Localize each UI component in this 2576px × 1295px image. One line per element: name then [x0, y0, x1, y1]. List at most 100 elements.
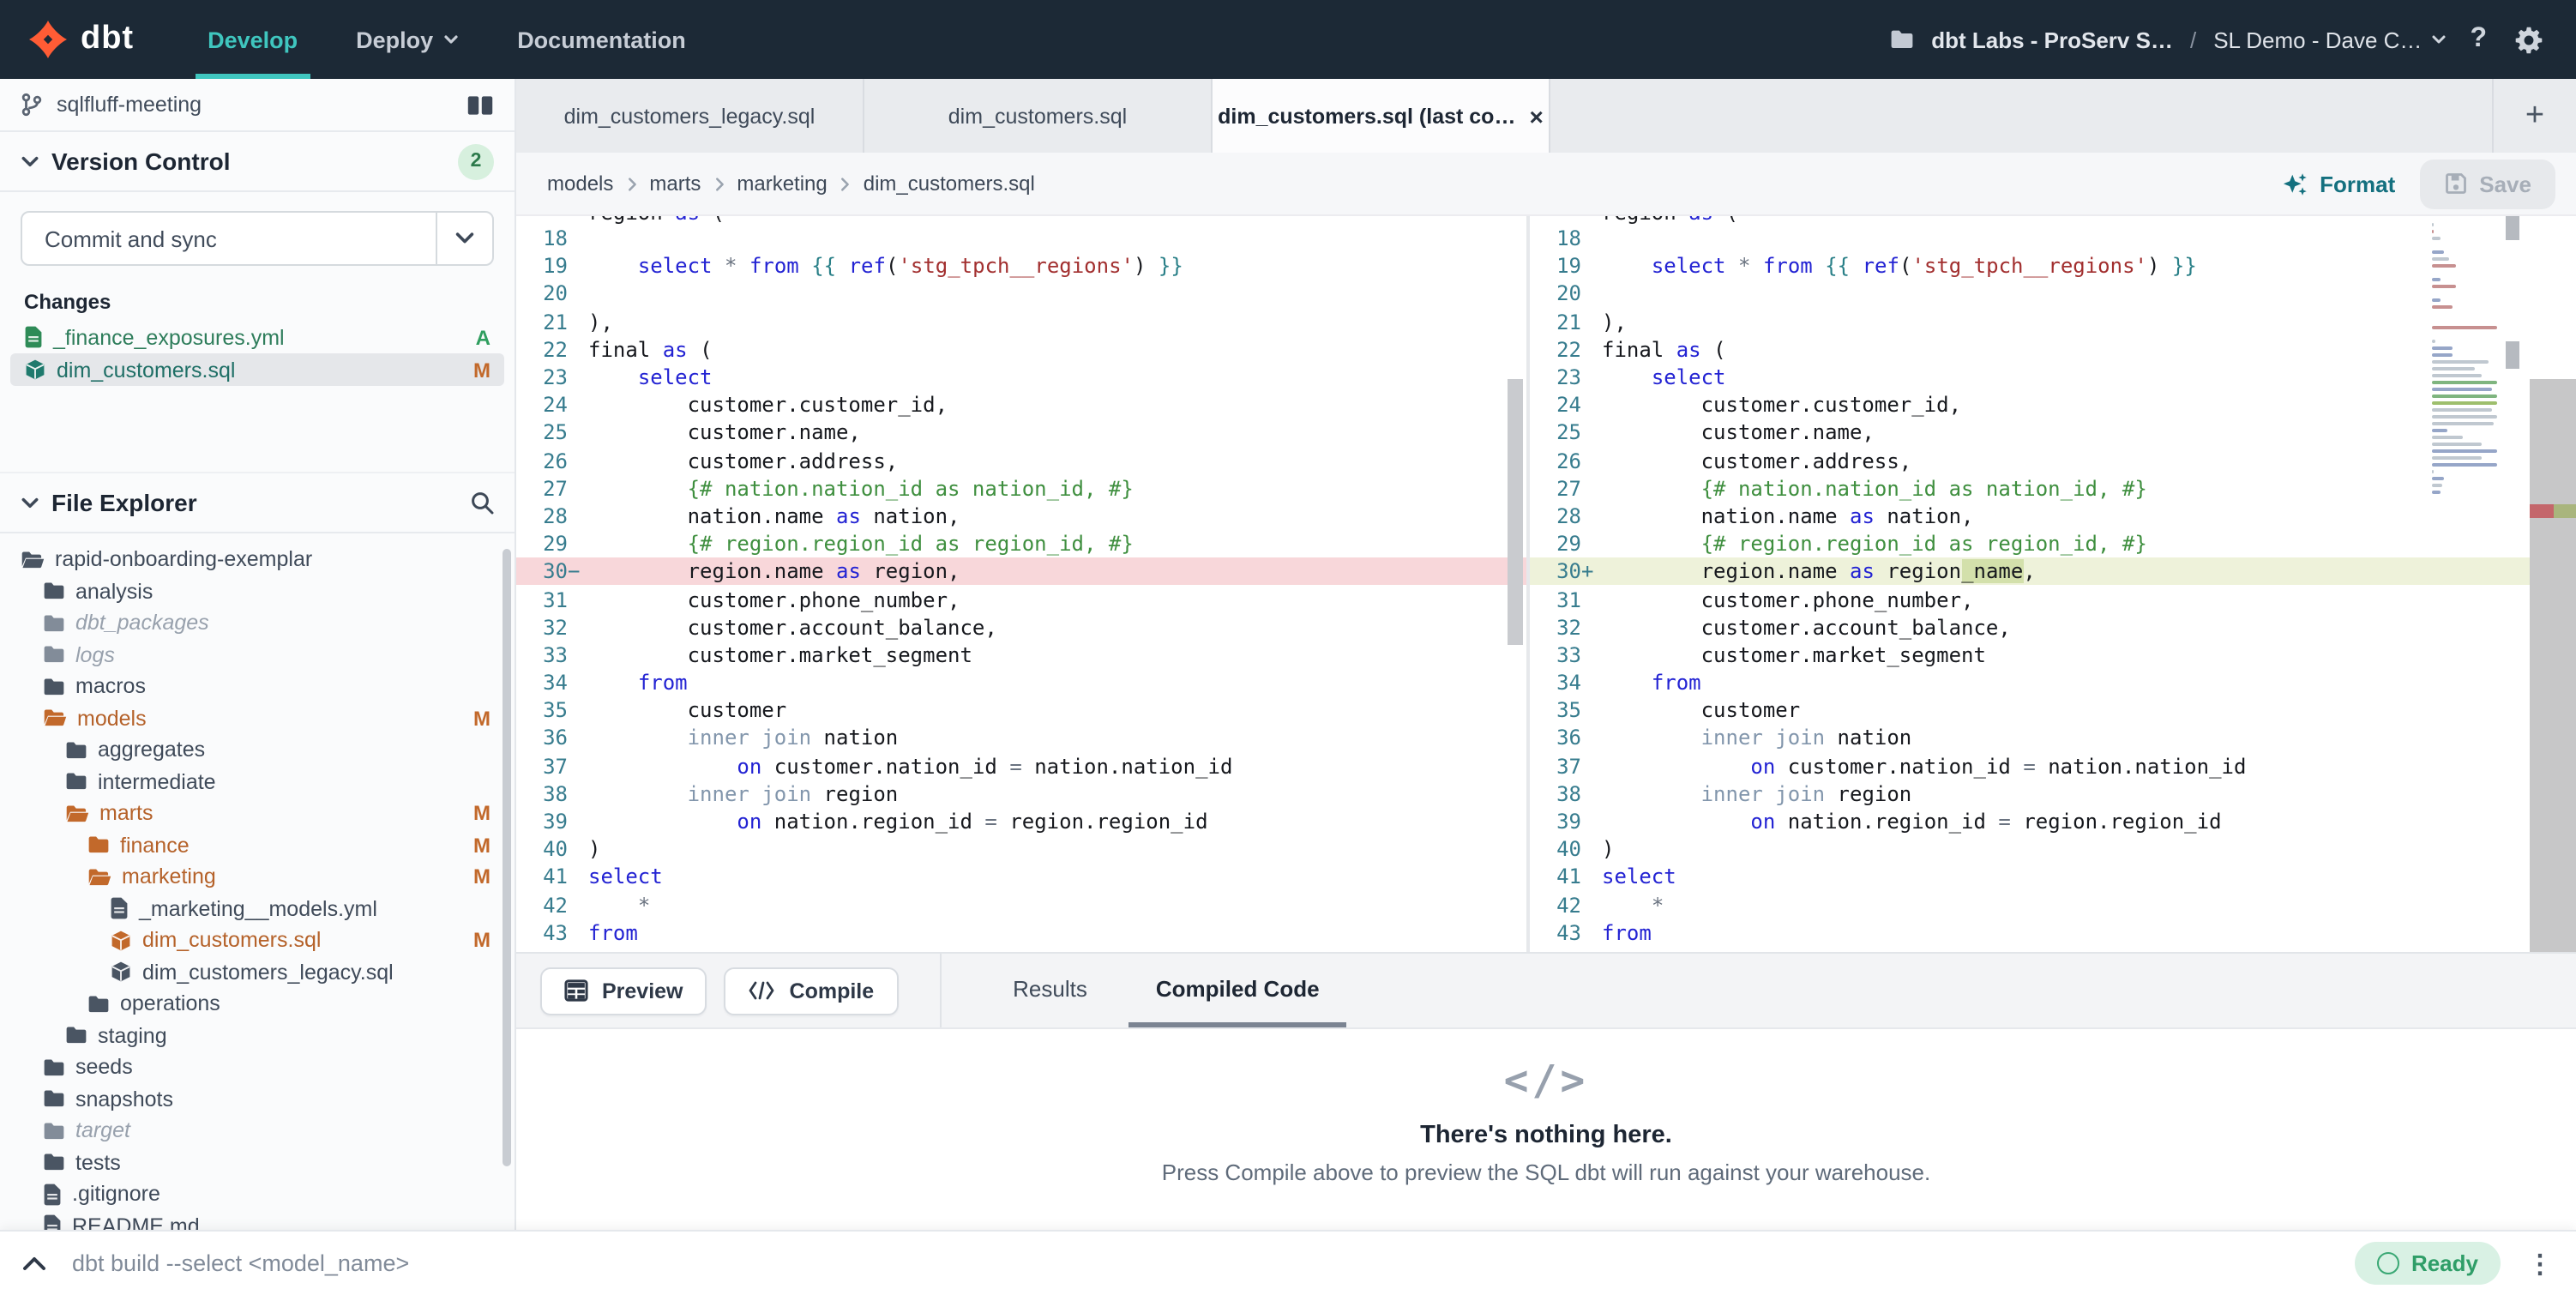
tree-item-finance[interactable]: financeM: [0, 829, 515, 861]
tree-item-_marketing__models.yml[interactable]: _marketing__models.yml: [0, 893, 515, 925]
minimap-scrollbar-thumb[interactable]: [2506, 216, 2519, 240]
version-control-header[interactable]: Version Control 2: [0, 132, 515, 192]
close-tab-icon[interactable]: ×: [1529, 102, 1543, 130]
tree-item-.gitignore[interactable]: .gitignore: [0, 1178, 515, 1210]
command-input[interactable]: [69, 1249, 2355, 1278]
docs-book-icon[interactable]: [466, 93, 494, 116]
editor-tab-dim_customers.sql (last co…[interactable]: dim_customers.sql (last co…×: [1213, 79, 1550, 153]
line-number: 39: [1530, 810, 1581, 834]
line-number: 36: [516, 726, 568, 750]
tree-item-tests[interactable]: tests: [0, 1147, 515, 1178]
code-line-43: 43from: [1530, 919, 2576, 946]
kebab-menu-icon[interactable]: ⋮: [2518, 1248, 2562, 1279]
code-line-21: 21),: [1530, 308, 2576, 335]
chevron-right-icon: [620, 176, 642, 191]
code-line-23: 23 select: [516, 364, 1526, 391]
format-button[interactable]: Format: [2282, 171, 2395, 196]
project-folder-icon: [1890, 29, 1914, 50]
editor-tab-dim_customers.sql[interactable]: dim_customers.sql: [864, 79, 1213, 153]
code-line-24: 24 customer.customer_id,: [516, 391, 1526, 419]
bottom-tab-compiled-code[interactable]: Compiled Code: [1129, 954, 1347, 1027]
tree-item-models[interactable]: modelsM: [0, 702, 515, 734]
tree-item-macros[interactable]: macros: [0, 671, 515, 702]
gear-icon[interactable]: [2509, 25, 2549, 54]
tree-item-dbt_packages[interactable]: dbt_packages: [0, 607, 515, 639]
tree-item-marts[interactable]: martsM: [0, 798, 515, 829]
code-tag-icon: </>: [1504, 1057, 1589, 1105]
tree-item-target[interactable]: target: [0, 1115, 515, 1147]
tree-item-staging[interactable]: staging: [0, 1020, 515, 1051]
empty-state-subtitle: Press Compile above to preview the SQL d…: [1162, 1159, 1931, 1185]
tree-item-analysis[interactable]: analysis: [0, 575, 515, 607]
changes-list: _finance_exposures.ymlAdim_customers.sql…: [0, 321, 515, 386]
diff-overview-ruler[interactable]: [2530, 216, 2576, 952]
line-number: 21: [1530, 310, 1581, 334]
editor-scrollbar-thumb[interactable]: [2506, 341, 2519, 369]
code-line-42: 42 *: [1530, 891, 2576, 919]
folder-icon: [43, 646, 65, 665]
compile-button[interactable]: Compile: [725, 967, 899, 1015]
nav-item-deploy[interactable]: Deploy: [327, 0, 488, 79]
tree-item-dim_customers.sql[interactable]: dim_customers.sqlM: [0, 925, 515, 956]
tree-item-marketing[interactable]: marketingM: [0, 861, 515, 893]
tree-item-operations[interactable]: operations: [0, 988, 515, 1020]
diff-pane-modified[interactable]: region as (1819 select * from {{ ref('st…: [1530, 216, 2576, 952]
bottom-tab-results[interactable]: Results: [985, 954, 1115, 1027]
left-pane-scrollbar[interactable]: [1508, 379, 1523, 645]
diff-pane-original[interactable]: region as (1819 select * from {{ ref('st…: [516, 216, 1526, 952]
tree-item-README.md[interactable]: README.md: [0, 1210, 515, 1230]
diff-added-marker: [2554, 504, 2576, 518]
file-icon: [24, 326, 43, 348]
tree-item-aggregates[interactable]: aggregates: [0, 734, 515, 766]
new-tab-button[interactable]: +: [2492, 79, 2576, 153]
line-number: 19: [1530, 255, 1581, 279]
minimap[interactable]: [2432, 223, 2501, 497]
line-number: 37: [1530, 754, 1581, 778]
nav-item-develop[interactable]: Develop: [178, 0, 327, 79]
project-selector[interactable]: dbt Labs - ProServ S…: [1931, 27, 2173, 52]
code-line-18: 18: [1530, 225, 2576, 252]
line-number: 29: [1530, 532, 1581, 556]
editor-tab-dim_customers_legacy.sql[interactable]: dim_customers_legacy.sql: [516, 79, 864, 153]
code-line-23: 23 select: [1530, 364, 2576, 391]
tree-item-dim_customers_legacy.sql[interactable]: dim_customers_legacy.sql: [0, 956, 515, 988]
code-line-24: 24 customer.customer_id,: [1530, 391, 2576, 419]
chevron-up-icon[interactable]: [0, 1256, 69, 1271]
bottom-panel: Preview Compile ResultsCompiled Code </>…: [516, 952, 2576, 1230]
code-line-34: 34 from: [516, 669, 1526, 696]
git-status-M: M: [473, 865, 491, 889]
tree-item-intermediate[interactable]: intermediate: [0, 766, 515, 798]
file-explorer-title: File Explorer: [51, 489, 197, 516]
changed-file-_finance_exposures.yml[interactable]: _finance_exposures.ymlA: [10, 321, 504, 353]
code-line-19: 19 select * from {{ ref('stg_tpch__regio…: [1530, 252, 2576, 280]
tree-item-rapid-onboarding-exemplar[interactable]: rapid-onboarding-exemplar: [0, 544, 515, 575]
folder-icon: [65, 773, 87, 792]
tree-item-seeds[interactable]: seeds: [0, 1051, 515, 1083]
preview-button[interactable]: Preview: [540, 967, 707, 1015]
line-number: 26: [516, 449, 568, 473]
environment-selector[interactable]: SL Demo - Dave C…: [2213, 27, 2447, 52]
tree-item-snapshots[interactable]: snapshots: [0, 1083, 515, 1115]
tree-item-logs[interactable]: logs: [0, 639, 515, 671]
git-branch-selector[interactable]: sqlfluff-meeting: [0, 79, 515, 132]
dbt-logo[interactable]: dbt: [0, 0, 178, 79]
code-line-25: 25 customer.name,: [516, 419, 1526, 447]
changed-file-dim_customers.sql[interactable]: dim_customers.sqlM: [10, 353, 504, 386]
search-icon[interactable]: [470, 491, 494, 515]
save-button[interactable]: Save: [2419, 159, 2555, 208]
folder-icon: [65, 1027, 87, 1045]
commit-options-dropdown[interactable]: [436, 213, 492, 264]
nav-item-documentation[interactable]: Documentation: [488, 0, 715, 79]
commit-and-sync-button[interactable]: Commit and sync: [21, 211, 494, 266]
status-ring-icon: [2377, 1252, 2399, 1274]
sidebar-scrollbar[interactable]: [503, 549, 511, 1166]
git-status-M: M: [473, 358, 491, 382]
code-line-36: 36 inner join nation: [1530, 725, 2576, 752]
file-explorer-header[interactable]: File Explorer: [0, 472, 515, 533]
code-line-20: 20: [516, 280, 1526, 308]
code-line-36: 36 inner join nation: [516, 725, 1526, 752]
preview-grid-icon: [564, 979, 588, 1002]
brand-name: dbt: [81, 21, 134, 58]
file-tree: rapid-onboarding-exemplaranalysisdbt_pac…: [0, 533, 515, 1230]
help-icon[interactable]: ?: [2465, 24, 2492, 55]
